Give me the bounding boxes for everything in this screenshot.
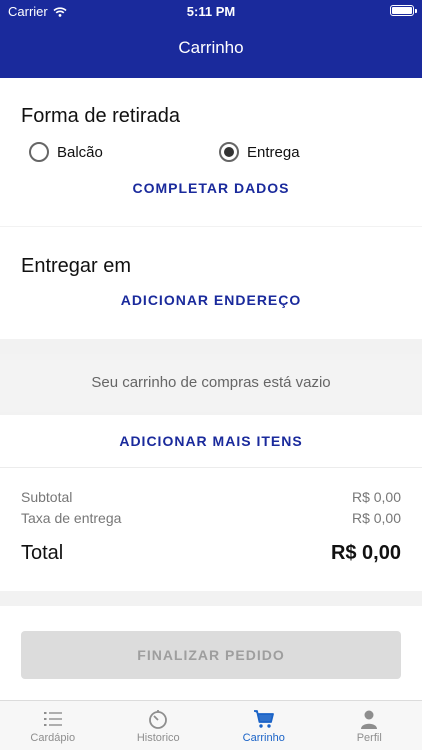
radio-unchecked-icon xyxy=(29,142,49,162)
radio-balcao-label: Balcão xyxy=(57,143,103,161)
tab-perfil-label: Perfil xyxy=(356,732,382,744)
subtotal-row: Subtotal R$ 0,00 xyxy=(21,489,401,505)
delivery-title: Entregar em xyxy=(21,255,132,277)
tab-historico-label: Historico xyxy=(136,732,180,744)
complete-data-button[interactable]: COMPLETAR DADOS xyxy=(0,180,422,196)
add-items-section: ADICIONAR MAIS ITENS xyxy=(0,415,422,467)
cart-icon xyxy=(253,710,274,728)
fee-label: Taxa de entrega xyxy=(21,510,122,526)
total-label: Total xyxy=(21,542,64,564)
cart-empty-text: Seu carrinho de compras está vazio xyxy=(91,374,331,391)
total-row: Total R$ 0,00 xyxy=(21,542,401,565)
radio-entrega[interactable]: Entrega xyxy=(219,142,300,162)
timer-icon xyxy=(149,710,168,729)
status-time: 5:11 PM xyxy=(186,4,236,19)
cart-empty-section: Seu carrinho de compras está vazio xyxy=(0,354,422,412)
header: Carrier 5:11 PM Carrinho xyxy=(0,0,422,78)
tab-historico[interactable]: Historico xyxy=(106,701,212,750)
checkout-section: FINALIZAR PEDIDO xyxy=(0,606,422,700)
pickup-section: Forma de retirada Balcão Entrega COMPLET… xyxy=(0,78,422,226)
add-address-button[interactable]: ADICIONAR ENDEREÇO xyxy=(0,292,422,308)
checkout-button[interactable]: FINALIZAR PEDIDO xyxy=(21,631,401,679)
radio-balcao[interactable]: Balcão xyxy=(29,142,103,162)
list-icon xyxy=(43,712,62,726)
radio-entrega-label: Entrega xyxy=(247,143,300,161)
person-icon xyxy=(361,710,378,729)
tab-cardapio-label: Cardápio xyxy=(30,732,76,744)
battery-icon xyxy=(390,5,417,16)
tab-cardapio[interactable]: Cardápio xyxy=(0,701,106,750)
tab-carrinho-label: Carrinho xyxy=(242,732,285,744)
tab-perfil[interactable]: Perfil xyxy=(317,701,422,750)
subtotal-value: R$ 0,00 xyxy=(351,489,401,505)
summary-section: Subtotal R$ 0,00 Taxa de entrega R$ 0,00… xyxy=(0,467,422,591)
delivery-section: Entregar em ADICIONAR ENDEREÇO xyxy=(0,227,422,339)
tab-bar: Cardápio Historico Carrinho Perfil xyxy=(0,700,422,750)
fee-value: R$ 0,00 xyxy=(351,510,401,526)
fee-row: Taxa de entrega R$ 0,00 xyxy=(21,510,401,526)
subtotal-label: Subtotal xyxy=(21,489,73,505)
tab-carrinho[interactable]: Carrinho xyxy=(211,701,317,750)
page-title: Carrinho xyxy=(178,38,244,57)
pickup-title: Forma de retirada xyxy=(21,105,180,127)
status-bar: Carrier 5:11 PM xyxy=(0,0,422,22)
radio-checked-icon xyxy=(219,142,239,162)
total-value: R$ 0,00 xyxy=(330,542,401,564)
add-items-button[interactable]: ADICIONAR MAIS ITENS xyxy=(0,433,422,449)
